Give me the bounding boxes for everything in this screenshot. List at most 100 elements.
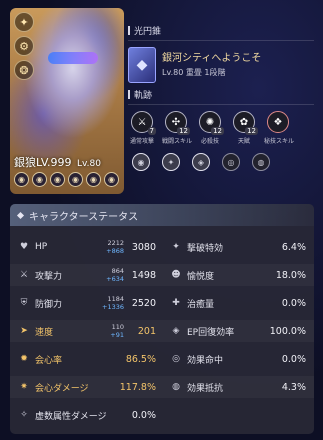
light-cone-image: ◆ xyxy=(128,47,156,83)
stat-row-crit-rate: ✹ 会心率 86.5% xyxy=(10,348,162,370)
character-side-icons: ✦ ⚙ ❂ xyxy=(14,12,36,84)
eidolon-icon: ❂ xyxy=(14,60,34,80)
stat-value: 86.5% xyxy=(125,353,156,365)
stat-base: 2212 xyxy=(107,239,124,247)
stat-value: 0.0% xyxy=(131,409,156,421)
stat-name: 虚数属性ダメージ xyxy=(35,411,107,422)
skill-level-badge: 7 xyxy=(147,127,156,135)
heart-icon: ♥ xyxy=(19,242,29,252)
effect-hit-icon: ◎ xyxy=(172,354,180,364)
stat-name: 効果命中 xyxy=(187,355,224,366)
stat-name: 治癒量 xyxy=(187,299,215,310)
boot-icon: ➤ xyxy=(20,326,28,336)
skill-level-badge: 12 xyxy=(245,127,258,135)
break-icon: ✦ xyxy=(172,242,180,252)
ultimate-icon: ✺ 12 xyxy=(199,111,224,135)
effect-res-icon: ◍ xyxy=(172,382,180,392)
stats-header: キャラクターステータス xyxy=(10,204,314,226)
quantum-icon: ✧ xyxy=(20,410,28,420)
minor-trace-icon[interactable]: ◍ xyxy=(252,153,270,171)
stat-breakdown: 864 +634 xyxy=(106,267,124,283)
character-level-text: LV.999 xyxy=(36,156,72,169)
energy-icon: ◈ xyxy=(172,326,180,336)
stat-value: 2520 xyxy=(131,297,156,309)
light-cone-header: 光円錐 xyxy=(128,24,314,41)
stat-row-break-effect: ✦ 撃破特効 6.4% xyxy=(162,236,314,258)
traces-header: 軌跡 xyxy=(128,88,314,105)
character-card[interactable]: ✦ ⚙ ❂ 銀狼LV.999 Lv.80 ◉ ◉ ◉ ◉ ◉ ◉ xyxy=(10,8,124,194)
stat-row-atk: ⚔ 攻撃力 864 +634 1498 xyxy=(10,264,162,286)
character-visor-art xyxy=(48,52,98,64)
trace-dot-icon: ◉ xyxy=(14,172,29,187)
talent-icon: ✿ 12 xyxy=(233,111,258,135)
stat-name: 会心ダメージ xyxy=(35,383,89,394)
trace-dot-icon: ◉ xyxy=(86,172,101,187)
crit-dmg-icon: ✷ xyxy=(20,382,28,392)
header-bar xyxy=(128,90,130,99)
path-icon: ✦ xyxy=(14,12,34,32)
trace-basic-attack[interactable]: ⚔ 7 通常攻撃 xyxy=(128,111,156,145)
light-cone-info: Lv.80 重畳 1段階 xyxy=(162,67,261,78)
stat-bonus: +868 xyxy=(106,247,124,255)
minor-trace-icon[interactable]: ◈ xyxy=(192,153,210,171)
stat-value: 4.3% xyxy=(281,381,306,393)
stat-value: 1498 xyxy=(131,269,156,281)
light-cone-name: 銀河シティへようこそ xyxy=(162,53,262,64)
stat-value: 0.0% xyxy=(281,353,306,365)
diamond-icon xyxy=(16,211,25,219)
skill-label: 必殺技 xyxy=(200,138,219,145)
shield-icon: ⛨ xyxy=(20,298,28,308)
crit-rate-icon: ✹ xyxy=(20,354,28,364)
minor-trace-icon[interactable]: ✦ xyxy=(162,153,180,171)
stat-value: 3080 xyxy=(131,241,156,253)
trace-talent[interactable]: ✿ 12 天賦 xyxy=(230,111,258,145)
stat-name: EP回復効率 xyxy=(187,327,235,338)
trace-skill[interactable]: ✣ 12 戦闘スキル xyxy=(162,111,193,145)
stat-name: HP xyxy=(35,242,48,252)
skill-label: 秘技スキル xyxy=(264,138,295,145)
skill-label: 戦闘スキル xyxy=(162,138,193,145)
element-icon: ⚙ xyxy=(14,36,34,56)
stat-name: 攻撃力 xyxy=(35,271,63,282)
stat-value: 6.4% xyxy=(281,241,306,253)
trace-dot-icon: ◉ xyxy=(32,172,47,187)
trace-dot-icon: ◉ xyxy=(50,172,65,187)
traces-section: 軌跡 ⚔ 7 通常攻撃 ✣ 12 戦闘スキル ✺ 12 必殺技 ✿ 12 天賦 ❖ 秘技… xyxy=(128,88,314,171)
character-trace-row: ◉ ◉ ◉ ◉ ◉ ◉ xyxy=(14,172,119,187)
stat-value: 0.0% xyxy=(281,297,306,309)
light-cone-title: 光円錐 xyxy=(134,27,162,37)
stat-row-effect-hit: ◎ 効果命中 0.0% xyxy=(162,348,314,370)
light-cone-superimpose: 重畳 1段階 xyxy=(185,68,226,77)
skill-label: 天賦 xyxy=(237,138,250,145)
stat-row-effect-res: ◍ 効果抵抗 4.3% xyxy=(162,376,314,398)
stat-value: 18.0% xyxy=(275,269,306,281)
light-cone-level: Lv.80 xyxy=(162,68,184,77)
header-bar xyxy=(128,26,130,35)
stat-row-energy-regen: ◈ EP回復効率 100.0% xyxy=(162,320,314,342)
stat-base: 1184 xyxy=(107,295,124,303)
light-cone-section: 光円錐 ◆ 銀河シティへようこそ Lv.80 重畳 1段階 xyxy=(128,24,314,83)
character-name-text: 銀狼 xyxy=(14,156,36,169)
character-level-label: Lv.80 xyxy=(77,159,101,169)
minor-trace-icon[interactable]: ◉ xyxy=(132,153,150,171)
trace-dot-icon: ◉ xyxy=(104,172,119,187)
stat-bonus: +634 xyxy=(106,275,124,283)
light-cone-card[interactable]: ◆ 銀河シティへようこそ Lv.80 重畳 1段階 xyxy=(128,47,314,83)
stat-row-healing: ✚ 治癒量 0.0% xyxy=(162,292,314,314)
minor-trace-icon[interactable]: ◎ xyxy=(222,153,240,171)
stat-breakdown: 2212 +868 xyxy=(106,239,124,255)
stat-row-hp: ♥ HP 2212 +868 3080 xyxy=(10,236,162,258)
stat-breakdown: 110 +91 xyxy=(110,323,124,339)
skill-icon: ✣ 12 xyxy=(165,111,190,135)
stat-row-crit-dmg: ✷ 会心ダメージ 117.8% xyxy=(10,376,162,398)
trace-ultimate[interactable]: ✺ 12 必殺技 xyxy=(196,111,224,145)
technique-icon: ❖ xyxy=(267,111,289,133)
stat-value: 201 xyxy=(137,325,156,337)
stat-base: 864 xyxy=(111,267,124,275)
stat-breakdown: 1184 +1336 xyxy=(102,295,124,311)
sword-icon: ⚔ xyxy=(19,270,29,280)
character-stats-panel: キャラクターステータス ♥ HP 2212 +868 3080 ⚔ 攻撃力 864… xyxy=(10,204,314,434)
skill-level-badge: 12 xyxy=(177,127,190,135)
trace-dot-icon: ◉ xyxy=(68,172,83,187)
trace-technique[interactable]: ❖ 秘技スキル xyxy=(264,111,295,145)
